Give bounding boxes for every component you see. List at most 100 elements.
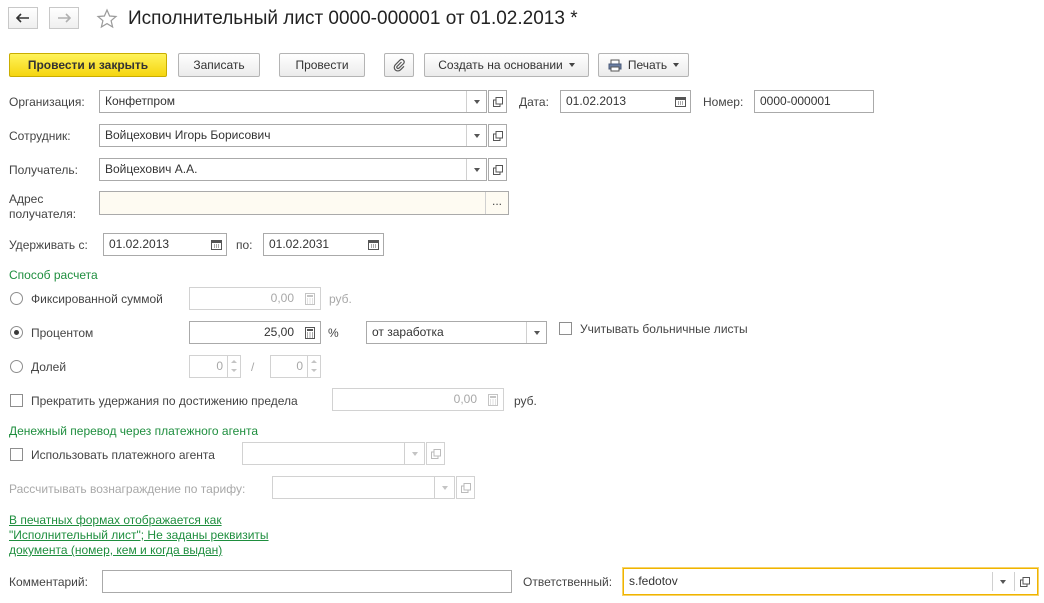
share-denominator-spinner[interactable]: [307, 356, 320, 377]
limit-label: Прекратить удержания по достижению преде…: [31, 394, 298, 408]
date-field[interactable]: 01.02.2013: [560, 90, 691, 113]
address-select-button[interactable]: ...: [485, 192, 508, 214]
limit-checkbox[interactable]: [10, 394, 23, 407]
share-separator: /: [251, 360, 255, 374]
employee-label: Сотрудник:: [9, 129, 71, 143]
recipient-dropdown-button[interactable]: [466, 159, 486, 180]
limit-unit: руб.: [514, 394, 537, 408]
percent-unit: %: [328, 326, 339, 340]
chevron-down-icon: [673, 63, 680, 67]
attach-button[interactable]: [384, 53, 414, 77]
percent-base-select[interactable]: от заработка: [366, 321, 547, 344]
tariff-open-button[interactable]: [456, 476, 475, 499]
share-numerator-field[interactable]: 0: [189, 355, 241, 378]
calculator-button[interactable]: [300, 288, 320, 309]
calculator-button[interactable]: [483, 389, 503, 410]
withhold-to-value: 01.02.2031: [269, 237, 330, 251]
notice-line1: В печатных формах отображается как: [9, 513, 222, 527]
address-label: Адрес получателя:: [9, 192, 76, 222]
share-radio[interactable]: [10, 360, 23, 373]
responsible-value: s.fedotov: [629, 574, 678, 588]
transfer-section-title: Денежный перевод через платежного агента: [9, 424, 259, 438]
comment-field[interactable]: [102, 570, 512, 593]
responsible-open-button[interactable]: [1014, 572, 1035, 591]
share-denominator-field[interactable]: 0: [270, 355, 321, 378]
chevron-down-icon: [533, 330, 540, 335]
favorite-button[interactable]: [96, 8, 118, 30]
withhold-from-field[interactable]: 01.02.2013: [103, 233, 227, 256]
fixed-sum-unit: руб.: [329, 292, 352, 306]
percent-radio[interactable]: [10, 326, 23, 339]
responsible-label: Ответственный:: [523, 575, 613, 589]
notice-line3: документа (номер, кем и когда выдан): [9, 543, 223, 557]
withhold-from-label: Удерживать с:: [9, 238, 88, 252]
calendar-button[interactable]: [363, 234, 383, 255]
comment-label: Комментарий:: [9, 575, 88, 589]
tariff-label: Рассчитывать вознаграждение по тарифу:: [9, 482, 246, 496]
withhold-to-field[interactable]: 01.02.2031: [263, 233, 384, 256]
notice-line2: "Исполнительный лист"; Не заданы реквизи…: [9, 528, 269, 542]
calendar-button[interactable]: [206, 234, 226, 255]
employee-dropdown-button[interactable]: [466, 125, 486, 146]
organization-field[interactable]: Конфетпром: [99, 90, 487, 113]
arrow-left-icon: [16, 13, 29, 23]
fixed-sum-value: 0,00: [270, 291, 294, 305]
responsible-dropdown-button[interactable]: [992, 572, 1013, 591]
share-numerator-spinner[interactable]: [227, 356, 240, 377]
calendar-button[interactable]: [670, 91, 690, 112]
printer-icon: [608, 59, 622, 71]
use-agent-checkbox[interactable]: [10, 448, 23, 461]
number-label: Номер:: [703, 95, 744, 109]
post-button[interactable]: Провести: [279, 53, 365, 77]
number-field[interactable]: 0000-000001: [754, 90, 874, 113]
open-form-icon: [492, 130, 503, 141]
print-form-notice-link[interactable]: В печатных формах отображается как "Испо…: [9, 513, 309, 558]
address-label-line2: получателя:: [9, 207, 77, 221]
organization-open-button[interactable]: [488, 90, 507, 113]
calculator-icon: [305, 326, 315, 339]
calc-section-title: Способ расчета: [9, 268, 98, 282]
agent-open-button[interactable]: [426, 442, 445, 465]
back-button[interactable]: [8, 7, 38, 29]
percent-label: Процентом: [31, 326, 94, 340]
save-button[interactable]: Записать: [178, 53, 260, 77]
share-label: Долей: [31, 360, 67, 374]
organization-label: Организация:: [9, 95, 85, 109]
percent-base-dropdown-button[interactable]: [526, 322, 546, 343]
create-based-on-label: Создать на основании: [438, 58, 563, 72]
date-value: 01.02.2013: [566, 94, 627, 108]
tariff-dropdown-button[interactable]: [434, 477, 454, 498]
create-based-on-button[interactable]: Создать на основании: [424, 53, 589, 77]
tariff-select[interactable]: [272, 476, 455, 499]
responsible-field[interactable]: s.fedotov: [623, 568, 1038, 595]
recipient-label: Получатель:: [9, 163, 78, 177]
employee-open-button[interactable]: [488, 124, 507, 147]
percent-field[interactable]: 25,00: [189, 321, 321, 344]
address-field[interactable]: ...: [99, 191, 509, 215]
post-and-close-button[interactable]: Провести и закрыть: [9, 53, 167, 77]
forward-button[interactable]: [49, 7, 79, 29]
calculator-icon: [488, 393, 498, 406]
employee-field[interactable]: Войцехович Игорь Борисович: [99, 124, 487, 147]
recipient-value: Войцехович А.А.: [105, 162, 198, 176]
agent-select[interactable]: [242, 442, 425, 465]
recipient-open-button[interactable]: [488, 158, 507, 181]
chevron-down-icon: [473, 99, 480, 104]
calculator-button[interactable]: [300, 322, 320, 343]
recipient-field[interactable]: Войцехович А.А.: [99, 158, 487, 181]
calculator-icon: [305, 292, 315, 305]
chevron-down-icon: [473, 167, 480, 172]
sick-leave-checkbox[interactable]: [559, 322, 572, 335]
organization-value: Конфетпром: [105, 94, 176, 108]
fixed-sum-radio[interactable]: [10, 292, 23, 305]
print-button[interactable]: Печать: [598, 53, 689, 77]
calendar-icon: [210, 240, 222, 250]
withhold-from-value: 01.02.2013: [109, 237, 170, 251]
fixed-sum-field[interactable]: 0,00: [189, 287, 321, 310]
agent-dropdown-button[interactable]: [404, 443, 424, 464]
chevron-down-icon: [568, 63, 575, 67]
fixed-sum-label: Фиксированной суммой: [31, 292, 163, 306]
print-label: Печать: [627, 58, 668, 72]
organization-dropdown-button[interactable]: [466, 91, 486, 112]
limit-field[interactable]: 0,00: [332, 388, 504, 411]
